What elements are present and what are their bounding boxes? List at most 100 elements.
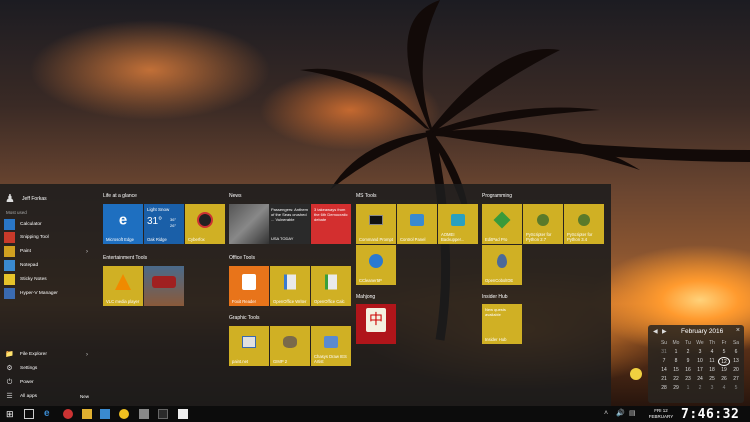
opencobol-icon <box>497 254 507 268</box>
calendar-day[interactable]: 3 <box>694 348 706 357</box>
tile-vlc[interactable]: VLC media player <box>103 266 143 306</box>
calendar-day[interactable]: 1 <box>670 348 682 357</box>
next-month-icon[interactable]: ▶ <box>662 328 667 335</box>
tile-microsoft-edge[interactable]: e Microsoft Edge <box>103 204 143 244</box>
tile-weather[interactable]: Light Snow 31° 36° 26° Oak Ridge <box>144 204 184 244</box>
clock-time[interactable]: 7:46:32 <box>681 407 739 422</box>
calendar-day[interactable]: 5 <box>718 348 730 357</box>
calendar-day[interactable]: 4 <box>706 348 718 357</box>
calendar-day[interactable]: 1 <box>682 384 694 393</box>
file-explorer-button[interactable]: 📁 File Explorer › <box>4 349 94 360</box>
desktop-shortcut[interactable] <box>628 368 644 390</box>
prev-month-icon[interactable]: ◀ <box>653 328 658 335</box>
paint-taskbar-icon[interactable] <box>178 409 188 419</box>
calendar-day[interactable]: 9 <box>682 357 694 366</box>
notification-icon[interactable]: ▤ <box>629 409 639 419</box>
calendar-day[interactable]: 21 <box>658 375 670 384</box>
chevron-up-icon[interactable]: ˄ <box>604 409 614 419</box>
calendar-day[interactable]: 24 <box>694 375 706 384</box>
calendar-day[interactable]: 29 <box>670 384 682 393</box>
tile-mahjong[interactable]: 中 <box>356 304 396 344</box>
calendar-day[interactable]: 18 <box>706 366 718 375</box>
group-title-mahjong[interactable]: Mahjong <box>356 294 375 300</box>
tile-photos[interactable] <box>144 266 184 306</box>
app-item-calculator[interactable]: Calculator <box>4 219 94 230</box>
cyberfox-taskbar-icon[interactable] <box>63 409 73 419</box>
calendar-day[interactable]: 10 <box>694 357 706 366</box>
tile-foxit-reader[interactable]: Foxit Reader <box>229 266 269 306</box>
power-button[interactable]: ⏻ Power <box>4 377 94 388</box>
calendar-day[interactable]: 8 <box>670 357 682 366</box>
app-item-notepad[interactable]: Notepad <box>4 260 94 271</box>
app-item-paint[interactable]: Paint › <box>4 246 94 257</box>
file-explorer-taskbar-icon[interactable] <box>82 409 92 419</box>
calendar-day[interactable]: 13 <box>730 357 742 366</box>
close-icon[interactable]: × <box>736 327 740 334</box>
group-title-graphic[interactable]: Graphic Tools <box>229 315 259 321</box>
calendar-day[interactable]: 23 <box>682 375 694 384</box>
tile-openoffice-calc[interactable]: OpenOffice Calc <box>311 266 351 306</box>
tile-aomei[interactable]: AOMEI Backupper... <box>438 204 478 244</box>
clock-date[interactable]: FRI 12 FEBRUARY <box>644 408 678 419</box>
calendar-day[interactable]: 2 <box>694 384 706 393</box>
group-title-life[interactable]: Life at a glance <box>103 193 137 199</box>
windows-start-icon[interactable]: ⊞ <box>6 409 16 419</box>
user-account[interactable]: ♟ Jeff Forkas <box>5 192 47 206</box>
group-title-programming[interactable]: Programming <box>482 193 512 199</box>
tile-pyscripter-27[interactable]: PyScripter for Python 2.7 <box>523 204 563 244</box>
calendar-day[interactable]: 28 <box>658 384 670 393</box>
calendar-day[interactable]: 19 <box>718 366 730 375</box>
calendar-day[interactable]: 26 <box>718 375 730 384</box>
store-taskbar-icon[interactable] <box>100 409 110 419</box>
tile-cyberfox[interactable]: Cyberfox <box>185 204 225 244</box>
calendar-day[interactable]: 20 <box>730 366 742 375</box>
calendar-day[interactable]: 12 <box>718 357 730 366</box>
group-title-news[interactable]: News <box>229 193 242 199</box>
tile-news[interactable]: Passengers: Anthem of the Seas crushed .… <box>229 204 310 244</box>
calendar-day[interactable]: 11 <box>706 357 718 366</box>
tile-insider-hub[interactable]: New quests available Insider Hub <box>482 304 522 344</box>
tile-control-panel[interactable]: Control Panel <box>397 204 437 244</box>
edge-taskbar-icon[interactable]: e <box>44 409 54 419</box>
task-view-icon[interactable] <box>24 409 34 419</box>
group-title-office[interactable]: Office Tools <box>229 255 255 261</box>
cyberfox-icon <box>197 212 213 228</box>
calendar-day[interactable]: 22 <box>670 375 682 384</box>
tile-editpad-pro[interactable]: EditPad Pro <box>482 204 522 244</box>
app-item-sticky-notes[interactable]: Sticky Notes <box>4 274 94 285</box>
calendar-day[interactable]: 2 <box>682 348 694 357</box>
calculator-taskbar-icon[interactable] <box>139 409 149 419</box>
calendar-day[interactable]: 15 <box>670 366 682 375</box>
group-title-insider-hub[interactable]: Insider Hub <box>482 294 508 300</box>
calendar-day[interactable]: 4 <box>718 384 730 393</box>
calendar-day[interactable]: 17 <box>694 366 706 375</box>
calendar-day[interactable]: 25 <box>706 375 718 384</box>
group-title-ms-tools[interactable]: MS Tools <box>356 193 376 199</box>
calendar-day[interactable]: 16 <box>682 366 694 375</box>
app-taskbar-icon[interactable] <box>158 409 168 419</box>
tile-paintnet[interactable]: paint.net <box>229 326 269 366</box>
calendar-day[interactable]: 31 <box>658 348 670 357</box>
calendar-day[interactable]: 14 <box>658 366 670 375</box>
calendar-day[interactable]: 27 <box>730 375 742 384</box>
tile-news-red[interactable]: 3 takeaways from the 6th Democratic deba… <box>311 204 351 244</box>
app-item-hyper-v-manager[interactable]: Hyper-V Manager <box>4 288 94 299</box>
settings-button[interactable]: ⚙ Settings <box>4 363 94 374</box>
calendar-day[interactable]: 5 <box>730 384 742 393</box>
tile-ccleaner[interactable]: CCleaner5P <box>356 245 396 285</box>
group-title-entertainment[interactable]: Entertainment Tools <box>103 255 147 261</box>
tile-openoffice-writer[interactable]: OpenOffice Writer <box>270 266 310 306</box>
calendar-day[interactable]: 6 <box>730 348 742 357</box>
tile-chasys-draw[interactable]: Chasys Draw IES Artist <box>311 326 351 366</box>
tile-command-prompt[interactable]: Command Prompt <box>356 204 396 244</box>
chevron-right-icon[interactable]: › <box>86 249 88 255</box>
app-item-snipping-tool[interactable]: Snipping Tool <box>4 232 94 243</box>
messenger-taskbar-icon[interactable] <box>119 409 129 419</box>
volume-icon[interactable]: 🔊 <box>616 409 626 419</box>
tile-gimp[interactable]: GIMP 2 <box>270 326 310 366</box>
tile-pyscripter-34[interactable]: PyScripter for Python 3.4 <box>564 204 604 244</box>
calendar-day[interactable]: 7 <box>658 357 670 366</box>
calendar-day[interactable]: 3 <box>706 384 718 393</box>
chevron-right-icon[interactable]: › <box>86 352 88 358</box>
tile-opencobolide[interactable]: OpenCobolIDE <box>482 245 522 285</box>
